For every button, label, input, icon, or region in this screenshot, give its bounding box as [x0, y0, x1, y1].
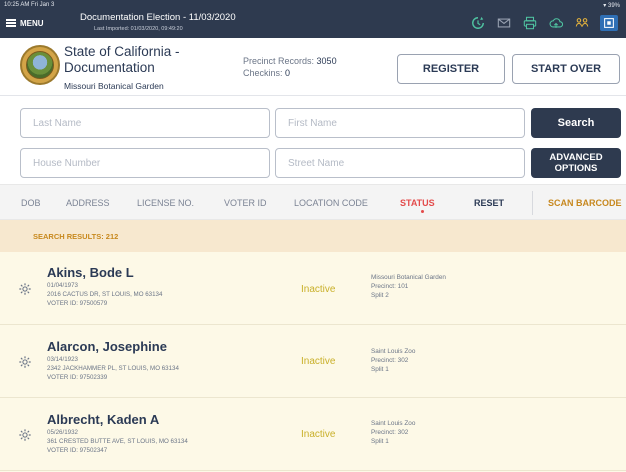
nav-icons: [470, 14, 618, 32]
checkins-label: Checkins:: [243, 68, 283, 78]
precinct-records: Precinct Records: 3050: [243, 56, 337, 66]
street-name-input[interactable]: [288, 157, 524, 169]
checkins: Checkins: 0: [243, 68, 290, 78]
house-number-field[interactable]: [20, 148, 270, 178]
voter-precinct: Precinct: 302: [371, 429, 409, 436]
voter-row[interactable]: Albrecht, Kaden A 05/26/1932 361 CRESTED…: [0, 398, 626, 471]
voter-location: Saint Louis Zoo: [371, 348, 416, 355]
org-name-line1: State of California -: [64, 44, 180, 59]
top-nav-bar: 10:25 AM Fri Jan 3 ▾ 39% MENU Documentat…: [0, 0, 626, 38]
mail-icon[interactable]: [496, 15, 512, 31]
scan-barcode-button[interactable]: SCAN BARCODE: [548, 198, 622, 208]
sort-bar: DOB ADDRESS LICENSE NO. VOTER ID LOCATIO…: [0, 184, 626, 220]
battery-level: 39%: [607, 3, 620, 9]
voter-location: Saint Louis Zoo: [371, 420, 416, 427]
header-panel: State of California - Documentation Miss…: [0, 38, 626, 96]
voter-split: Split 1: [371, 438, 389, 445]
voter-location: Missouri Botanical Garden: [371, 274, 446, 281]
gear-icon[interactable]: [18, 355, 32, 369]
sync-icon[interactable]: [470, 15, 486, 31]
gear-icon[interactable]: [18, 428, 32, 442]
sort-address[interactable]: ADDRESS: [66, 198, 110, 208]
search-results-count: SEARCH RESULTS: 212: [33, 232, 119, 241]
status-time: 10:25 AM Fri Jan 3: [4, 2, 55, 8]
last-name-field[interactable]: [20, 108, 270, 138]
status-battery: ▾ 39%: [603, 2, 620, 9]
state-seal-logo: [20, 45, 60, 85]
search-results-bar: SEARCH RESULTS: 212: [0, 220, 626, 252]
people-icon[interactable]: [574, 15, 590, 31]
sort-license-no[interactable]: LICENSE NO.: [137, 198, 194, 208]
voter-split: Split 1: [371, 366, 389, 373]
voter-address: 361 CRESTED BUTTE AVE, ST LOUIS, MO 6313…: [47, 438, 188, 445]
voter-row[interactable]: Alarcon, Josephine 03/14/1923 2342 JACKH…: [0, 325, 626, 398]
printer-icon[interactable]: [522, 15, 538, 31]
cloud-icon[interactable]: [548, 15, 564, 31]
voter-dob: 03/14/1923: [47, 356, 78, 363]
voter-name: Albrecht, Kaden A: [47, 412, 160, 427]
precinct-records-value: 3050: [316, 56, 337, 66]
street-name-field[interactable]: [275, 148, 525, 178]
voter-precinct: Precinct: 101: [371, 283, 409, 290]
search-button[interactable]: Search: [531, 108, 621, 138]
seal-emblem: [26, 51, 54, 79]
sort-location-code[interactable]: LOCATION CODE: [294, 198, 368, 208]
sort-status[interactable]: STATUS: [400, 198, 435, 213]
menu-button[interactable]: MENU: [6, 14, 44, 32]
voter-row[interactable]: Akins, Bode L 01/04/1973 2016 CACTUS DR,…: [0, 252, 626, 325]
house-number-input[interactable]: [33, 157, 269, 169]
polling-location: Missouri Botanical Garden: [64, 81, 164, 91]
election-title: Documentation Election - 11/03/2020: [80, 12, 236, 23]
voter-id: VOTER ID: 97502347: [47, 447, 108, 454]
first-name-input[interactable]: [288, 117, 524, 129]
active-sort-indicator: [421, 210, 424, 213]
voter-split: Split 2: [371, 292, 389, 299]
voter-name: Akins, Bode L: [47, 265, 134, 280]
last-name-input[interactable]: [33, 117, 269, 129]
menu-label: MENU: [20, 18, 44, 28]
last-imported: Last Imported: 01/03/2020, 09:49:20: [94, 26, 183, 32]
first-name-field[interactable]: [275, 108, 525, 138]
org-name-line2: Documentation: [64, 60, 155, 75]
voter-address: 2016 CACTUS DR, ST LOUIS, MO 63134: [47, 291, 163, 298]
advanced-options-button[interactable]: ADVANCED OPTIONS: [531, 148, 621, 178]
start-over-button[interactable]: START OVER: [512, 54, 620, 84]
wifi-icon: ▾: [603, 3, 607, 9]
voter-status: Inactive: [301, 429, 336, 440]
voter-id: VOTER ID: 97502339: [47, 374, 108, 381]
voter-name: Alarcon, Josephine: [47, 339, 167, 354]
sort-status-label: STATUS: [400, 198, 435, 208]
voter-id: VOTER ID: 97500579: [47, 300, 108, 307]
precinct-records-label: Precinct Records:: [243, 56, 315, 66]
register-button[interactable]: REGISTER: [397, 54, 505, 84]
sort-divider: [532, 191, 533, 215]
voter-status: Inactive: [301, 284, 336, 295]
voter-dob: 01/04/1973: [47, 282, 78, 289]
voter-dob: 05/26/1932: [47, 429, 78, 436]
voter-address: 2342 JACKHAMMER PL, ST LOUIS, MO 63134: [47, 365, 179, 372]
advanced-options-line2: OPTIONS: [554, 163, 598, 174]
sort-dob[interactable]: DOB: [21, 198, 41, 208]
voter-status: Inactive: [301, 356, 336, 367]
voter-precinct: Precinct: 302: [371, 357, 409, 364]
gear-icon[interactable]: [18, 282, 32, 296]
qr-scan-icon[interactable]: [600, 15, 618, 31]
sort-reset-button[interactable]: RESET: [474, 198, 504, 208]
results-list: Akins, Bode L 01/04/1973 2016 CACTUS DR,…: [0, 252, 626, 472]
sort-voter-id[interactable]: VOTER ID: [224, 198, 267, 208]
advanced-options-line1: ADVANCED: [549, 152, 603, 163]
hamburger-icon: [6, 19, 16, 27]
checkins-value: 0: [285, 68, 291, 78]
